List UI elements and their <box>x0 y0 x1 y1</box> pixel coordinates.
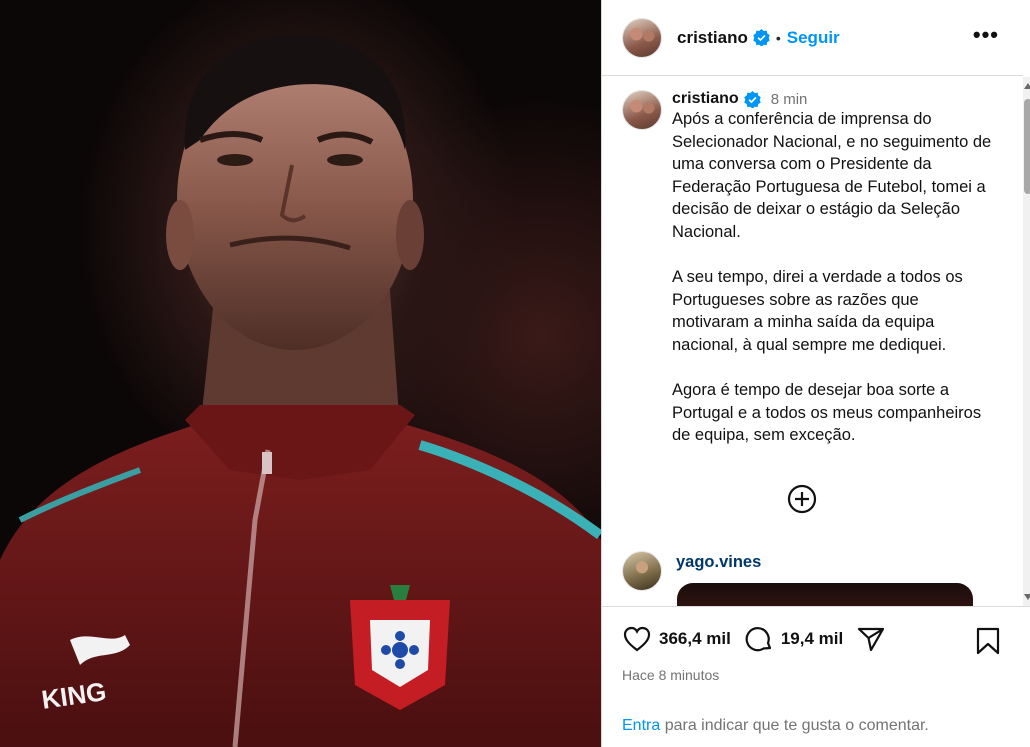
actions-section: 366,4 mil 19,4 mil Hace 8 minutos Entra … <box>602 606 1030 747</box>
comments-count[interactable]: 19,4 mil <box>781 629 843 649</box>
commenter-avatar[interactable] <box>622 551 662 591</box>
login-link[interactable]: Entra <box>622 717 660 734</box>
caption-avatar[interactable] <box>622 90 662 130</box>
heart-icon[interactable] <box>622 624 652 654</box>
post-header: cristiano • Seguir ••• <box>602 0 1023 76</box>
header-separator: • <box>775 29 781 46</box>
login-prompt: Entra para indicar que te gusta o coment… <box>622 717 929 735</box>
verified-icon <box>743 90 761 108</box>
post-timestamp: Hace 8 minutos <box>622 667 720 683</box>
post-photo-illustration: KING <box>0 34 601 747</box>
comments-scroll-area[interactable]: cristiano 8 min Após a conferência de im… <box>602 77 1023 606</box>
bookmark-icon[interactable] <box>975 627 1001 655</box>
more-icon[interactable]: ••• <box>973 24 999 46</box>
author-username[interactable]: cristiano <box>677 28 748 48</box>
scroll-up-arrow-icon[interactable] <box>1024 83 1030 89</box>
comment-icon[interactable] <box>744 624 774 654</box>
post-panel: cristiano • Seguir ••• cristiano 8 min A… <box>601 0 1030 747</box>
caption-paragraph: Agora é tempo de desejar boa sorte a Por… <box>672 381 982 445</box>
post-photo[interactable]: KING <box>0 0 601 747</box>
caption-time: 8 min <box>770 90 808 108</box>
comment-media[interactable] <box>677 583 973 606</box>
caption: cristiano 8 min Após a conferência de im… <box>622 90 992 447</box>
share-icon[interactable] <box>856 624 886 654</box>
caption-paragraph: A seu tempo, direi a verdade a todos os … <box>672 268 963 354</box>
scrollbar-thumb[interactable] <box>1024 99 1030 194</box>
likes-count[interactable]: 366,4 mil <box>659 629 731 649</box>
verified-icon <box>753 29 770 46</box>
caption-username[interactable]: cristiano <box>672 90 739 108</box>
scroll-down-arrow-icon[interactable] <box>1024 594 1030 600</box>
login-prompt-text: para indicar que te gusta o comentar. <box>660 717 929 734</box>
caption-paragraph: Após a conferência de imprensa do Seleci… <box>672 110 992 241</box>
author-avatar[interactable] <box>622 17 662 58</box>
follow-button[interactable]: Seguir <box>787 28 840 48</box>
add-comment-icon[interactable] <box>787 484 817 514</box>
scrollbar[interactable] <box>1023 77 1030 606</box>
